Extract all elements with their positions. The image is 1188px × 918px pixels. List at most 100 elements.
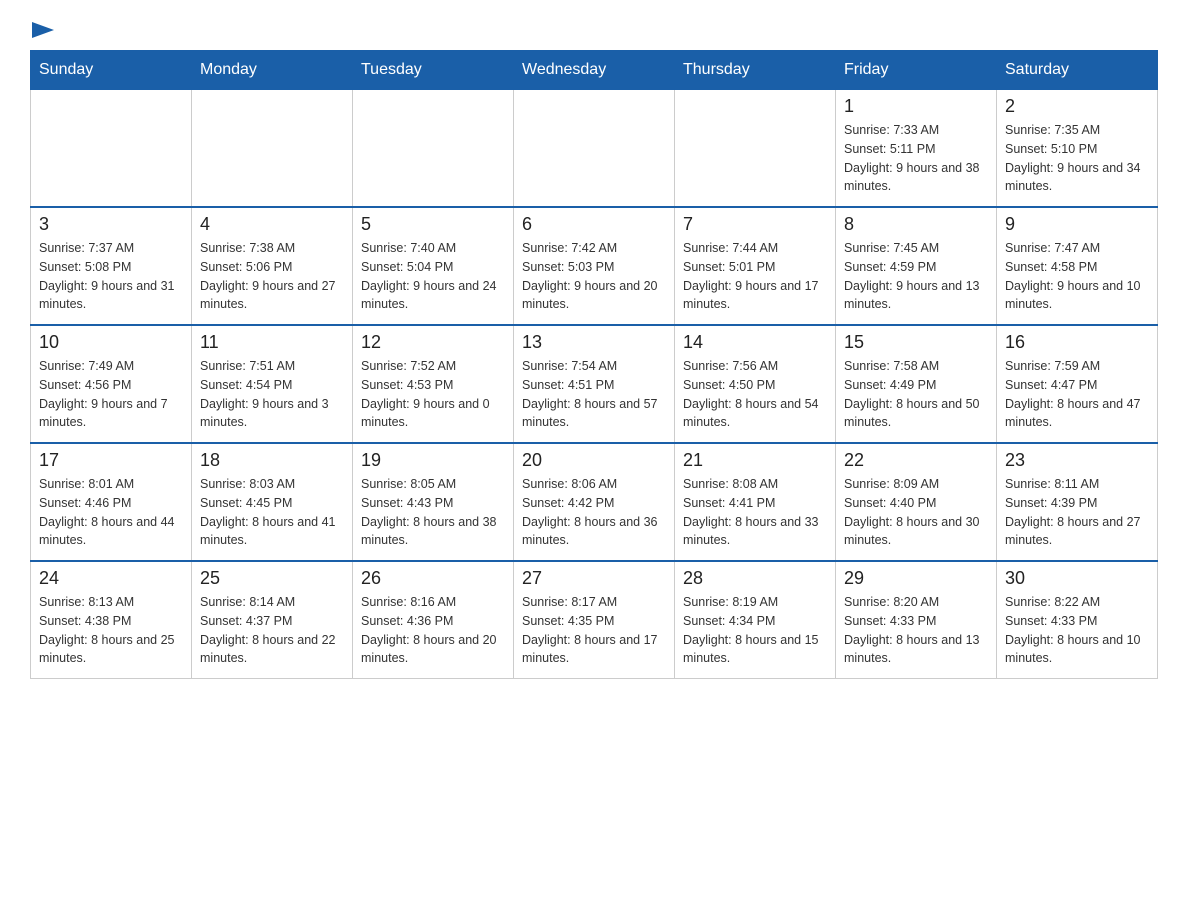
day-info: Sunrise: 7:35 AMSunset: 5:10 PMDaylight:… <box>1005 121 1149 196</box>
header-wednesday: Wednesday <box>514 51 675 90</box>
calendar-cell: 16Sunrise: 7:59 AMSunset: 4:47 PMDayligh… <box>997 325 1158 443</box>
calendar-week-5: 24Sunrise: 8:13 AMSunset: 4:38 PMDayligh… <box>31 561 1158 679</box>
calendar-cell: 13 Sunrise: 7:54 AMSunset: 4:51 PMDayligh… <box>514 325 675 443</box>
calendar-cell: 23Sunrise: 8:11 AMSunset: 4:39 PMDayligh… <box>997 443 1158 561</box>
calendar-cell: 7 Sunrise: 7:44 AMSunset: 5:01 PMDaylight… <box>675 207 836 325</box>
logo <box>30 20 54 40</box>
day-number: 2 <box>1005 96 1149 117</box>
day-number: 5 <box>361 214 505 235</box>
day-info: Sunrise: 8:03 AMSunset: 4:45 PMDaylight:… <box>200 475 344 550</box>
day-number: 17 <box>39 450 183 471</box>
day-number: 22 <box>844 450 988 471</box>
day-info: Sunrise: 7:38 AMSunset: 5:06 PMDaylight:… <box>200 239 344 314</box>
day-info: Sunrise: 7:33 AMSunset: 5:11 PMDaylight:… <box>844 121 988 196</box>
calendar-cell: 9 Sunrise: 7:47 AMSunset: 4:58 PMDaylight… <box>997 207 1158 325</box>
day-number: 11 <box>200 332 344 353</box>
calendar-week-3: 10 Sunrise: 7:49 AMSunset: 4:56 PMDayligh… <box>31 325 1158 443</box>
calendar-week-4: 17 Sunrise: 8:01 AMSunset: 4:46 PMDayligh… <box>31 443 1158 561</box>
day-number: 24 <box>39 568 183 589</box>
calendar-cell: 22 Sunrise: 8:09 AMSunset: 4:40 PMDayligh… <box>836 443 997 561</box>
calendar-week-2: 3Sunrise: 7:37 AMSunset: 5:08 PMDaylight… <box>31 207 1158 325</box>
day-number: 4 <box>200 214 344 235</box>
calendar-cell: 30 Sunrise: 8:22 AMSunset: 4:33 PMDayligh… <box>997 561 1158 679</box>
day-number: 20 <box>522 450 666 471</box>
day-number: 18 <box>200 450 344 471</box>
day-number: 23 <box>1005 450 1149 471</box>
calendar-cell: 3Sunrise: 7:37 AMSunset: 5:08 PMDaylight… <box>31 207 192 325</box>
day-number: 19 <box>361 450 505 471</box>
day-number: 15 <box>844 332 988 353</box>
day-number: 25 <box>200 568 344 589</box>
day-info: Sunrise: 8:19 AMSunset: 4:34 PMDaylight:… <box>683 593 827 668</box>
day-number: 12 <box>361 332 505 353</box>
day-info: Sunrise: 8:22 AMSunset: 4:33 PMDaylight:… <box>1005 593 1149 668</box>
day-info: Sunrise: 7:44 AMSunset: 5:01 PMDaylight:… <box>683 239 827 314</box>
calendar-cell: 5 Sunrise: 7:40 AMSunset: 5:04 PMDaylight… <box>353 207 514 325</box>
day-info: Sunrise: 7:40 AMSunset: 5:04 PMDaylight:… <box>361 239 505 314</box>
day-info: Sunrise: 7:51 AMSunset: 4:54 PMDaylight:… <box>200 357 344 432</box>
header-friday: Friday <box>836 51 997 90</box>
day-info: Sunrise: 8:14 AMSunset: 4:37 PMDaylight:… <box>200 593 344 668</box>
calendar-cell: 2 Sunrise: 7:35 AMSunset: 5:10 PMDaylight… <box>997 90 1158 208</box>
calendar-cell: 10 Sunrise: 7:49 AMSunset: 4:56 PMDayligh… <box>31 325 192 443</box>
day-info: Sunrise: 8:17 AMSunset: 4:35 PMDaylight:… <box>522 593 666 668</box>
calendar-cell: 19 Sunrise: 8:05 AMSunset: 4:43 PMDayligh… <box>353 443 514 561</box>
day-number: 29 <box>844 568 988 589</box>
calendar-cell <box>31 90 192 208</box>
calendar-cell: 29 Sunrise: 8:20 AMSunset: 4:33 PMDayligh… <box>836 561 997 679</box>
day-info: Sunrise: 7:47 AMSunset: 4:58 PMDaylight:… <box>1005 239 1149 314</box>
day-info: Sunrise: 8:06 AMSunset: 4:42 PMDaylight:… <box>522 475 666 550</box>
header-sunday: Sunday <box>31 51 192 90</box>
calendar-cell: 17 Sunrise: 8:01 AMSunset: 4:46 PMDayligh… <box>31 443 192 561</box>
calendar-cell: 26 Sunrise: 8:16 AMSunset: 4:36 PMDayligh… <box>353 561 514 679</box>
day-info: Sunrise: 7:42 AMSunset: 5:03 PMDaylight:… <box>522 239 666 314</box>
day-info: Sunrise: 7:59 AMSunset: 4:47 PMDaylight:… <box>1005 357 1149 432</box>
day-number: 28 <box>683 568 827 589</box>
day-info: Sunrise: 7:45 AMSunset: 4:59 PMDaylight:… <box>844 239 988 314</box>
day-info: Sunrise: 7:49 AMSunset: 4:56 PMDaylight:… <box>39 357 183 432</box>
day-info: Sunrise: 7:52 AMSunset: 4:53 PMDaylight:… <box>361 357 505 432</box>
calendar-week-1: 1 Sunrise: 7:33 AMSunset: 5:11 PMDaylight… <box>31 90 1158 208</box>
calendar-cell: 1 Sunrise: 7:33 AMSunset: 5:11 PMDaylight… <box>836 90 997 208</box>
calendar-table: SundayMondayTuesdayWednesdayThursdayFrid… <box>30 50 1158 679</box>
day-number: 10 <box>39 332 183 353</box>
calendar-cell: 8 Sunrise: 7:45 AMSunset: 4:59 PMDaylight… <box>836 207 997 325</box>
calendar-cell: 27 Sunrise: 8:17 AMSunset: 4:35 PMDayligh… <box>514 561 675 679</box>
day-number: 13 <box>522 332 666 353</box>
calendar-cell: 11 Sunrise: 7:51 AMSunset: 4:54 PMDayligh… <box>192 325 353 443</box>
calendar-cell: 14Sunrise: 7:56 AMSunset: 4:50 PMDayligh… <box>675 325 836 443</box>
header-saturday: Saturday <box>997 51 1158 90</box>
calendar-cell <box>675 90 836 208</box>
calendar-cell: 21Sunrise: 8:08 AMSunset: 4:41 PMDayligh… <box>675 443 836 561</box>
day-info: Sunrise: 7:54 AMSunset: 4:51 PMDaylight:… <box>522 357 666 432</box>
day-info: Sunrise: 8:09 AMSunset: 4:40 PMDaylight:… <box>844 475 988 550</box>
day-number: 1 <box>844 96 988 117</box>
calendar-cell: 12 Sunrise: 7:52 AMSunset: 4:53 PMDayligh… <box>353 325 514 443</box>
logo-triangle-icon <box>32 22 54 44</box>
day-number: 27 <box>522 568 666 589</box>
calendar-cell: 25 Sunrise: 8:14 AMSunset: 4:37 PMDayligh… <box>192 561 353 679</box>
calendar-cell: 4 Sunrise: 7:38 AMSunset: 5:06 PMDaylight… <box>192 207 353 325</box>
day-info: Sunrise: 8:01 AMSunset: 4:46 PMDaylight:… <box>39 475 183 550</box>
calendar-cell <box>192 90 353 208</box>
calendar-cell: 6Sunrise: 7:42 AMSunset: 5:03 PMDaylight… <box>514 207 675 325</box>
day-number: 30 <box>1005 568 1149 589</box>
header-tuesday: Tuesday <box>353 51 514 90</box>
day-number: 8 <box>844 214 988 235</box>
day-info: Sunrise: 8:20 AMSunset: 4:33 PMDaylight:… <box>844 593 988 668</box>
calendar-cell: 24Sunrise: 8:13 AMSunset: 4:38 PMDayligh… <box>31 561 192 679</box>
calendar-cell: 18 Sunrise: 8:03 AMSunset: 4:45 PMDayligh… <box>192 443 353 561</box>
day-number: 14 <box>683 332 827 353</box>
day-info: Sunrise: 8:08 AMSunset: 4:41 PMDaylight:… <box>683 475 827 550</box>
day-number: 26 <box>361 568 505 589</box>
calendar-cell: 15Sunrise: 7:58 AMSunset: 4:49 PMDayligh… <box>836 325 997 443</box>
calendar-header-row: SundayMondayTuesdayWednesdayThursdayFrid… <box>31 51 1158 90</box>
day-info: Sunrise: 8:05 AMSunset: 4:43 PMDaylight:… <box>361 475 505 550</box>
day-number: 9 <box>1005 214 1149 235</box>
day-info: Sunrise: 7:37 AMSunset: 5:08 PMDaylight:… <box>39 239 183 314</box>
header-thursday: Thursday <box>675 51 836 90</box>
calendar-cell: 28 Sunrise: 8:19 AMSunset: 4:34 PMDayligh… <box>675 561 836 679</box>
calendar-cell: 20 Sunrise: 8:06 AMSunset: 4:42 PMDayligh… <box>514 443 675 561</box>
day-number: 7 <box>683 214 827 235</box>
day-info: Sunrise: 8:16 AMSunset: 4:36 PMDaylight:… <box>361 593 505 668</box>
